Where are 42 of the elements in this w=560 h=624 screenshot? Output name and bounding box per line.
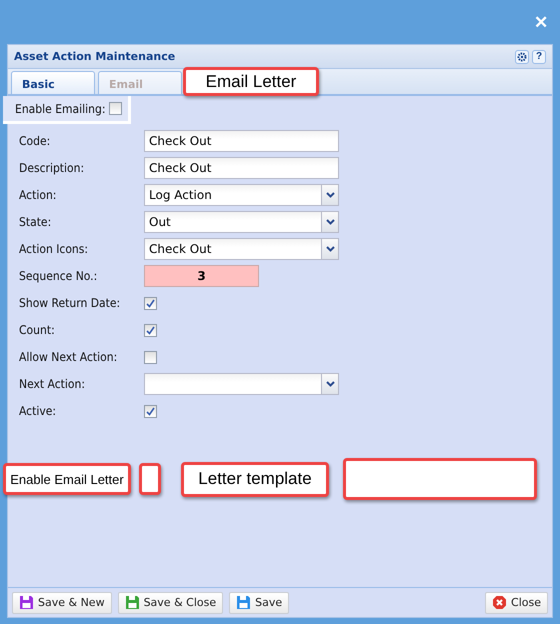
caret-icon [326,219,334,225]
text-field[interactable]: Check Out [144,157,339,179]
field-label: Enable Emailing: [15,102,106,116]
dropdown-field[interactable]: Check Out [144,238,339,260]
field-label: Code: [19,134,52,148]
field-label: Next Action: [19,377,86,391]
field-label: Action: [19,188,58,202]
field-label: Active: [19,404,58,418]
caret-icon [326,192,334,198]
checkbox[interactable] [144,404,157,418]
number-field[interactable]: 3 [144,265,259,287]
callout-label: Email Letter [183,67,319,96]
checkbox[interactable] [144,296,157,310]
dropdown-field[interactable]: Log Action [144,184,339,206]
tab[interactable]: Basic [11,71,95,94]
close-icon [492,595,508,610]
field-label: Allow Next Action: [19,350,118,364]
caret-icon [326,246,334,252]
gear-icon [517,52,527,62]
settings-button[interactable] [515,50,529,64]
checkbox[interactable] [144,324,157,336]
field-label: Sequence No.: [19,269,98,283]
dropdown-field[interactable]: Out [144,211,339,233]
save-button[interactable]: Save & Close [118,592,224,614]
close-button[interactable]: Close [485,592,548,614]
text-field[interactable]: Check Out [144,130,339,152]
checkbox[interactable] [109,102,122,115]
save-button[interactable]: Save & New [12,592,112,614]
field-label: Count: [19,323,56,337]
field-label: State: [19,215,52,229]
callout-label: Enable Email Letter [3,463,131,495]
field-label: Show Return Date: [19,296,122,310]
callout-box [139,463,161,495]
field-label: Description: [19,161,86,175]
checkbox[interactable] [144,350,157,364]
callout-label: Letter template [181,462,329,496]
field-label: Action Icons: [19,242,90,256]
save-button[interactable]: Save [229,592,290,614]
caret-icon [326,381,334,387]
dropdown-field[interactable] [144,373,339,395]
panel-title: Asset Action Maintenance [14,50,176,63]
help-button[interactable]: ? [532,50,546,64]
